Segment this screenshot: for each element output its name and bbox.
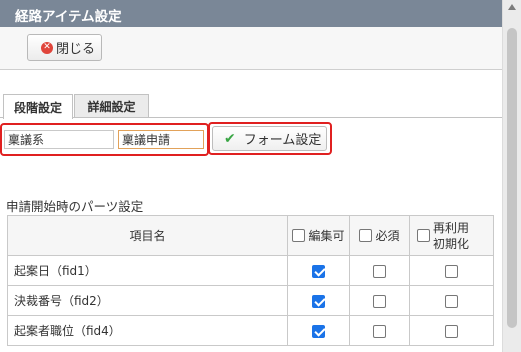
table-row: 起案日（fid1） <box>7 255 494 286</box>
header-item-name-label: 項目名 <box>129 229 166 243</box>
reuse-cell <box>409 255 494 286</box>
table-header-row: 項目名 編集可 必須 再利用 初期化 <box>7 215 494 256</box>
editable-cell <box>287 255 350 286</box>
scroll-up-arrow-icon[interactable] <box>508 4 516 10</box>
scrollbar-thumb[interactable] <box>507 28 517 328</box>
form-settings-button[interactable]: ✔ フォーム設定 <box>212 126 327 151</box>
parts-table: 項目名 編集可 必須 再利用 初期化 起案日（fid1） 決裁番号（fid2） … <box>7 215 494 346</box>
toolbar: ✕ 閉じる <box>0 27 502 70</box>
vertical-scrollbar[interactable] <box>502 0 521 352</box>
required-checkbox[interactable] <box>373 324 386 338</box>
item-name-cell: 決裁番号（fid2） <box>7 285 288 316</box>
editable-cell <box>287 285 350 316</box>
close-icon: ✕ <box>41 41 53 54</box>
tab-stage-settings-label: 段階設定 <box>13 100 62 115</box>
tab-stage-settings[interactable]: 段階設定 <box>3 94 73 119</box>
required-checkbox[interactable] <box>373 264 386 278</box>
form-settings-label: フォーム設定 <box>243 133 322 148</box>
table-row: 決裁番号（fid2） <box>7 285 494 316</box>
parts-section-title: 申請開始時のパーツ設定 <box>6 199 144 214</box>
required-checkbox[interactable] <box>373 294 386 308</box>
reuse-cell <box>409 315 494 346</box>
table-row: 起案者職位（fid4） <box>7 315 494 346</box>
header-reuse: 再利用 初期化 <box>409 215 494 256</box>
header-editable: 編集可 <box>287 215 350 256</box>
editable-cell <box>287 315 350 346</box>
required-cell <box>349 315 410 346</box>
tab-detail-settings[interactable]: 詳細設定 <box>74 94 149 118</box>
reuse-checkbox[interactable] <box>445 324 458 338</box>
required-all-checkbox[interactable] <box>359 229 373 242</box>
item-name-cell: 起案者職位（fid4） <box>7 315 288 346</box>
reuse-all-checkbox[interactable] <box>417 229 430 242</box>
header-editable-label: 編集可 <box>308 229 345 243</box>
close-button[interactable]: ✕ 閉じる <box>27 34 102 61</box>
item-name-cell: 起案日（fid1） <box>7 255 288 286</box>
tab-detail-settings-label: 詳細設定 <box>87 100 136 114</box>
reuse-checkbox[interactable] <box>445 264 458 278</box>
editable-checkbox[interactable] <box>312 324 325 338</box>
editable-all-checkbox[interactable] <box>292 229 306 242</box>
required-cell <box>349 255 410 286</box>
reuse-cell <box>409 285 494 316</box>
window-title: 経路アイテム設定 <box>0 0 502 27</box>
editable-checkbox[interactable] <box>312 264 325 278</box>
route-category-field[interactable] <box>4 130 114 149</box>
checkmark-icon: ✔ <box>224 130 236 147</box>
route-name-field[interactable] <box>118 130 204 149</box>
header-required-label: 必須 <box>375 229 400 243</box>
header-reuse-label-2: 初期化 <box>433 236 470 251</box>
required-cell <box>349 285 410 316</box>
header-reuse-label-1: 再利用 <box>433 220 470 235</box>
header-required: 必須 <box>349 215 410 256</box>
editable-checkbox[interactable] <box>312 294 325 308</box>
header-item-name: 項目名 <box>7 215 288 256</box>
reuse-checkbox[interactable] <box>445 294 458 308</box>
close-button-label: 閉じる <box>56 42 96 57</box>
